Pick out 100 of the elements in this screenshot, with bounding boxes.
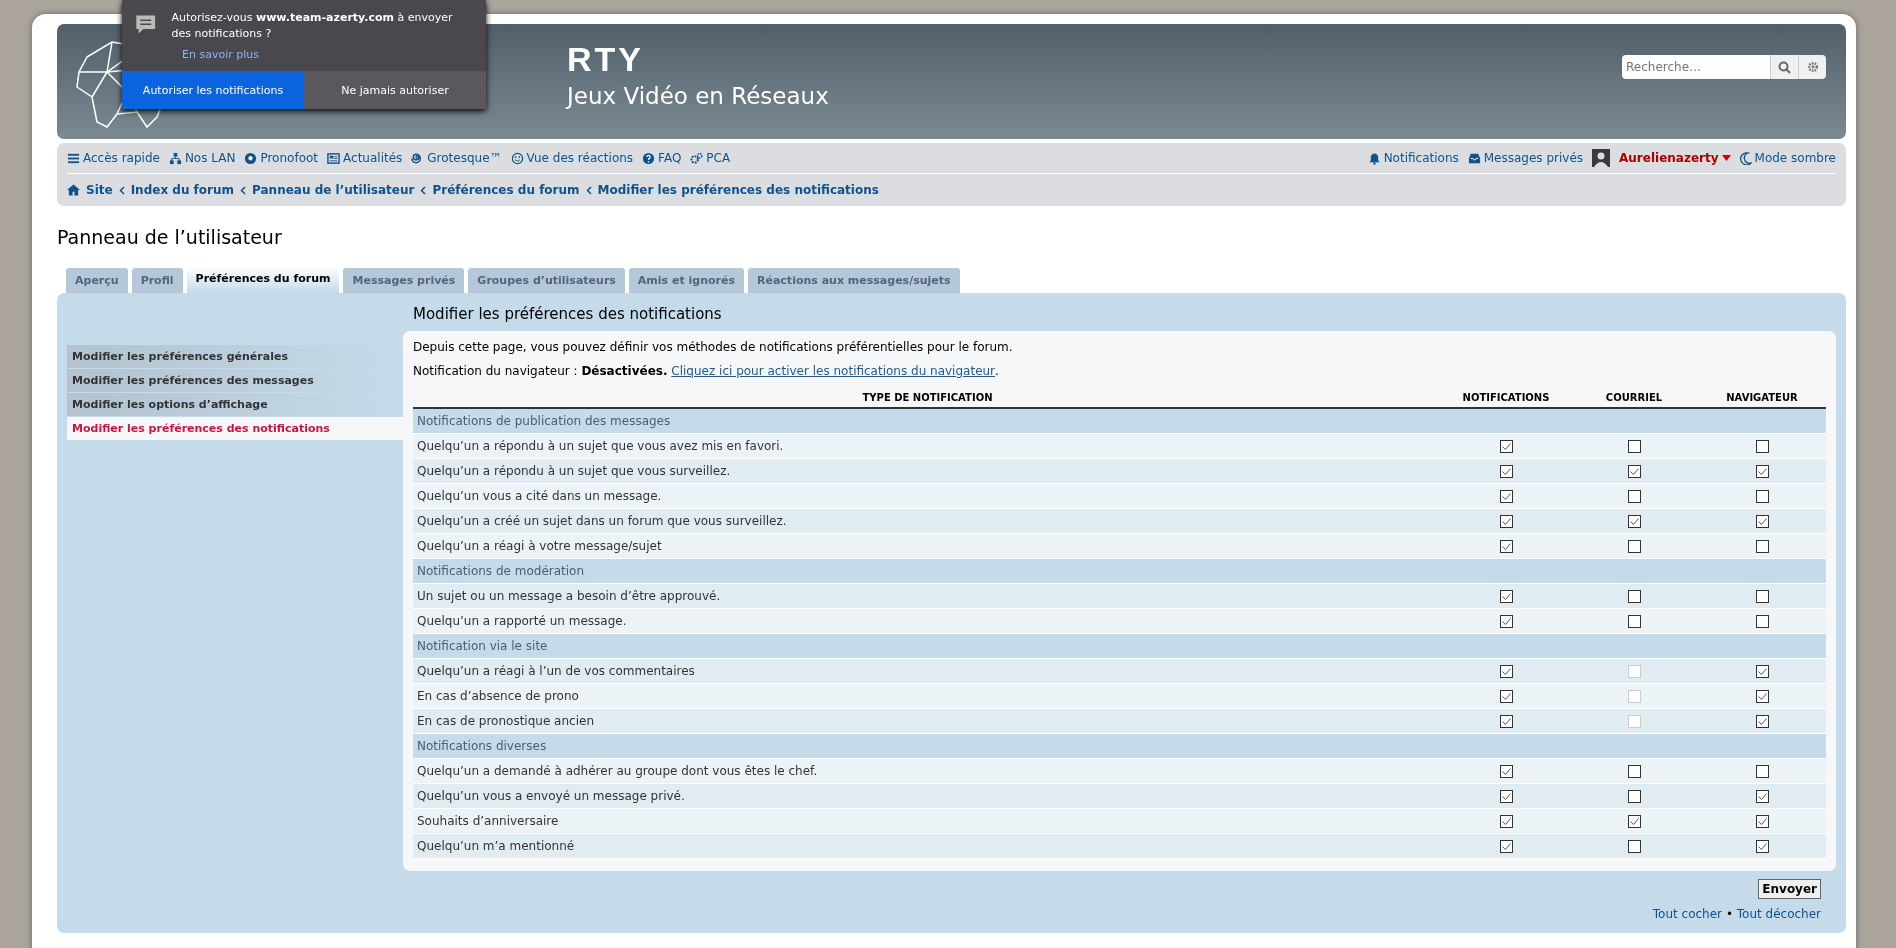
tab[interactable]: Groupes d’utilisateurs xyxy=(467,267,626,293)
nav-link[interactable]: Nos LAN xyxy=(168,151,236,165)
checkbox[interactable] xyxy=(1499,665,1513,678)
checkbox[interactable] xyxy=(1755,515,1769,528)
nav-link[interactable]: Vue des réactions xyxy=(510,151,634,165)
checkbox[interactable] xyxy=(1627,840,1641,853)
checkbox[interactable] xyxy=(1755,540,1769,553)
checkbox[interactable] xyxy=(1499,840,1513,853)
avatar-icon xyxy=(1592,149,1611,167)
checkbox[interactable] xyxy=(1755,765,1769,778)
user-menu[interactable]: Aurelienazerty xyxy=(1619,151,1731,165)
checkbox[interactable] xyxy=(1755,665,1769,678)
search-field[interactable]: Recherche… xyxy=(1622,55,1770,79)
sitemap-icon xyxy=(168,151,182,165)
popup-message: Autorisez-vous www.team-azerty.com à envoyer des notifications ? xyxy=(171,10,454,42)
checkbox[interactable] xyxy=(1499,540,1513,553)
home-icon xyxy=(67,184,80,196)
table-cell: Souhaits d’anniversaire xyxy=(413,808,1442,834)
check-all-link[interactable]: Tout cocher xyxy=(1652,907,1723,921)
checkbox[interactable] xyxy=(1627,615,1641,628)
checkbox[interactable] xyxy=(1755,465,1769,478)
group-header: Notifications diverses xyxy=(413,733,1826,759)
checkbox[interactable] xyxy=(1627,590,1641,603)
bell-icon xyxy=(1367,151,1381,165)
checkbox[interactable] xyxy=(1499,515,1513,528)
checkbox[interactable] xyxy=(1499,440,1513,453)
breadcrumb-link[interactable]: Préférences du forum xyxy=(432,183,580,197)
breadcrumb-link[interactable]: Site xyxy=(86,183,113,197)
breadcrumb-link[interactable]: Index du forum xyxy=(130,183,235,197)
popup-button[interactable]: Ne jamais autoriser xyxy=(304,71,486,109)
table-cell: Quelqu’un a répondu à un sujet que vous avez mis en favori. xyxy=(413,433,1442,459)
checkbox[interactable] xyxy=(1755,840,1769,853)
checkbox[interactable] xyxy=(1755,590,1769,603)
checkbox[interactable] xyxy=(1499,615,1513,628)
dark-mode-link[interactable]: Mode sombre xyxy=(1739,151,1836,165)
tab[interactable]: Amis et ignorés xyxy=(627,267,745,293)
checkbox[interactable] xyxy=(1627,440,1641,453)
chevron-icon xyxy=(420,185,427,195)
sidebar-item[interactable]: Modifier les préférences des notifications xyxy=(67,417,403,440)
breadcrumb-link[interactable]: Panneau de l’utilisateur xyxy=(252,183,415,197)
intro-text: Depuis cette page, vous pouvez définir vos méthodes de notifications préférentielles pour le forum. xyxy=(413,340,1014,354)
enable-notifications-link[interactable]: Cliquez ici pour activer les notifications du navigateur xyxy=(671,364,996,378)
checkbox[interactable] xyxy=(1627,815,1641,828)
checkbox[interactable] xyxy=(1499,465,1513,478)
nav-link[interactable]: Notifications xyxy=(1367,151,1459,165)
checkbox[interactable] xyxy=(1755,815,1769,828)
checkbox[interactable] xyxy=(1755,715,1769,728)
tab[interactable]: Profil xyxy=(130,267,184,293)
nav-link[interactable]: FAQ xyxy=(642,151,682,165)
checkbox[interactable] xyxy=(1755,440,1769,453)
tab[interactable]: Aperçu xyxy=(65,267,129,293)
group-header: Notifications de publication des messages xyxy=(413,408,1826,434)
submit-button[interactable]: Envoyer xyxy=(1758,879,1821,899)
smile-icon xyxy=(510,151,524,165)
checkbox[interactable] xyxy=(1755,490,1769,503)
table-cell: Quelqu’un a réagi à votre message/sujet xyxy=(413,533,1442,559)
table-cell: Quelqu’un a réagi à l’un de vos commentaires xyxy=(413,658,1442,684)
checkbox[interactable] xyxy=(1499,715,1513,728)
uncheck-all-link[interactable]: Tout décocher xyxy=(1736,907,1821,921)
checkbox[interactable] xyxy=(1499,690,1513,703)
checkbox[interactable] xyxy=(1755,690,1769,703)
table-cell: Quelqu’un a demandé à adhérer au groupe dont vous êtes le chef. xyxy=(413,758,1442,784)
checkbox[interactable] xyxy=(1499,765,1513,778)
nav-link[interactable]: PCA xyxy=(690,151,731,165)
tab[interactable]: Messages privés xyxy=(342,267,466,293)
checkbox[interactable] xyxy=(1627,790,1641,803)
popup-button[interactable]: Autoriser les notifications xyxy=(122,71,304,109)
chevron-icon xyxy=(585,185,592,195)
nav-link[interactable]: Grotesque™ xyxy=(411,151,502,165)
checkbox[interactable] xyxy=(1499,790,1513,803)
nav-link[interactable]: Actualités xyxy=(327,151,403,165)
site-logo: RTY xyxy=(567,40,645,79)
table-cell: Quelqu’un vous a cité dans un message. xyxy=(413,483,1442,509)
tab[interactable]: Réactions aux messages/sujets xyxy=(747,267,961,293)
group-header: Notification via le site xyxy=(413,633,1826,659)
checkbox[interactable] xyxy=(1499,815,1513,828)
tab[interactable]: Préférences du forum xyxy=(185,265,341,293)
page-title: Panneau de l’utilisateur xyxy=(57,226,283,248)
nav-link[interactable]: Pronofoot xyxy=(244,151,319,165)
checkbox[interactable] xyxy=(1627,515,1641,528)
checkbox[interactable] xyxy=(1627,765,1641,778)
checkbox[interactable] xyxy=(1627,490,1641,503)
news-icon xyxy=(327,151,341,165)
checkbox[interactable] xyxy=(1627,540,1641,553)
breadcrumb-link[interactable]: Modifier les préférences des notifications xyxy=(597,183,879,197)
checkbox[interactable] xyxy=(1499,590,1513,603)
checkbox[interactable] xyxy=(1755,790,1769,803)
checkbox[interactable] xyxy=(1755,615,1769,628)
settings-icon xyxy=(1806,61,1819,73)
nav-link[interactable]: Messages privés xyxy=(1467,151,1584,165)
checkbox[interactable] xyxy=(1627,465,1641,478)
learn-more-link[interactable]: En savoir plus xyxy=(182,48,486,61)
settings-button[interactable] xyxy=(1798,55,1826,79)
caret-icon xyxy=(1721,155,1731,161)
nav-link[interactable]: Accès rapide xyxy=(67,151,160,165)
table-cell: Quelqu’un a rapporté un message. xyxy=(413,608,1442,634)
checkbox[interactable] xyxy=(1499,490,1513,503)
table-cell: Un sujet ou un message a besoin d’être approuvé. xyxy=(413,583,1442,609)
search-button[interactable] xyxy=(1770,55,1798,79)
table-cell: En cas de pronostique ancien xyxy=(413,708,1442,734)
